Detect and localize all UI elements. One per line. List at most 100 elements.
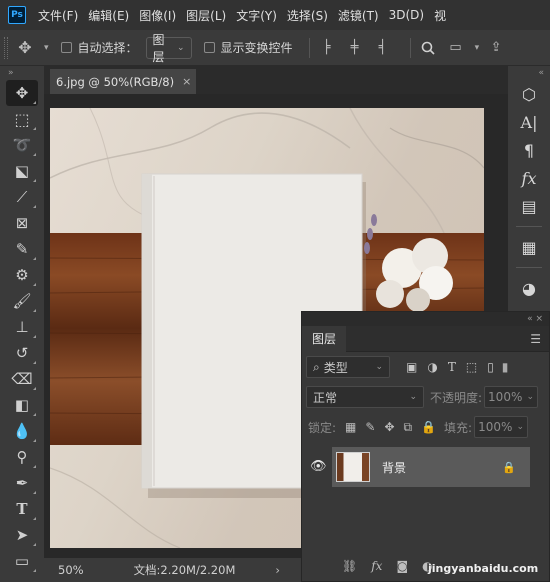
character-icon[interactable]: A| (508, 108, 550, 136)
watermark: jingyanbaidu.com (428, 562, 539, 575)
link-layers-icon[interactable]: ⛓ (342, 559, 357, 573)
close-icon[interactable]: × (182, 75, 191, 88)
toolbar-collapse-icon[interactable]: » (0, 66, 44, 80)
opacity-label: 不透明度: (430, 390, 483, 405)
crop-tool-icon[interactable]: ⟋ (6, 184, 38, 210)
lasso-tool-icon[interactable]: ➰ (6, 132, 38, 158)
workspace-chevron-icon[interactable]: ▾ (475, 43, 480, 53)
eye-icon[interactable]: 👁 (310, 459, 327, 474)
eyedropper-tool-icon[interactable]: ✎ (6, 236, 38, 262)
lock-fill-row: 锁定: ▦ ✎ ✥ ⧉ 🔒 填充: 100% ⌄ (302, 412, 549, 442)
auto-select-target-dropdown[interactable]: 图层 ⌄ (145, 33, 192, 64)
quick-select-tool-icon[interactable]: ⬕ (6, 158, 38, 184)
menu-image[interactable]: 图像(I) (139, 7, 176, 24)
opacity-field[interactable]: 100% ⌄ (484, 386, 539, 408)
menu-edit[interactable]: 编辑(E) (88, 7, 129, 24)
layer-row[interactable]: 背景 🔒 (332, 447, 530, 487)
move-icon[interactable]: ✥ (16, 38, 34, 57)
menu-filter[interactable]: 滤镜(T) (338, 7, 379, 24)
menu-layer[interactable]: 图层(L) (186, 7, 226, 24)
status-more-icon[interactable]: › (275, 563, 280, 577)
swatches-icon[interactable]: ▦ (508, 233, 550, 261)
dodge-tool-icon[interactable]: ⚲ (6, 444, 38, 470)
auto-select-checkbox[interactable] (60, 42, 72, 53)
history-brush-tool-icon[interactable]: ↺ (6, 340, 38, 366)
options-divider (409, 37, 411, 58)
share-icon[interactable]: ⇪ (487, 39, 505, 57)
blur-tool-icon[interactable]: 💧 (6, 418, 38, 444)
fill-label: 填充: (444, 420, 473, 435)
rectangle-tool-icon[interactable]: ▭ (6, 548, 38, 574)
document-tab[interactable]: 6.jpg @ 50%(RGB/8) × (50, 69, 196, 94)
frame-tool-icon[interactable]: ⊠ (6, 210, 38, 236)
tab-layers[interactable]: 图层 (302, 325, 347, 352)
3d-icon[interactable]: ⬡ (508, 80, 550, 108)
blend-opacity-row: 正常 ⌄ 不透明度: 100% ⌄ (302, 382, 549, 412)
auto-select-label: 自动选择： (77, 41, 138, 55)
pen-tool-icon[interactable]: ✒ (6, 470, 38, 496)
align-center-icon[interactable]: ╪ (346, 39, 364, 57)
zoom-level[interactable]: 50% (58, 563, 84, 577)
auto-select-target-value: 图层 (152, 32, 165, 64)
layers-panel-header: 图层 ☰ (302, 325, 549, 352)
move-tool-icon[interactable]: ✥ (6, 80, 38, 106)
lock-artboard-icon[interactable]: ⧉ (404, 420, 413, 435)
dock-collapse-icon[interactable]: « (508, 66, 550, 80)
brush-tool-icon[interactable]: 🖌 (6, 288, 38, 314)
color-icon[interactable]: ◕ (508, 274, 550, 302)
menu-view[interactable]: 视 (434, 7, 446, 24)
filter-adjustment-icon[interactable]: ◑ (427, 360, 437, 374)
styles-fx-icon[interactable]: fx (508, 164, 550, 192)
dock-divider (516, 226, 542, 227)
menu-type[interactable]: 文字(Y) (236, 7, 277, 24)
filter-shape-icon[interactable]: ⬚ (466, 360, 477, 374)
healing-brush-tool-icon[interactable]: ⚙ (6, 262, 38, 288)
layers-panel-collapse-icon[interactable]: « × (302, 312, 549, 326)
menu-file[interactable]: 文件(F) (38, 7, 78, 24)
gradient-tool-icon[interactable]: ◧ (6, 392, 38, 418)
filter-pixel-icon[interactable]: ▣ (406, 360, 417, 374)
lock-icon[interactable]: 🔒 (502, 461, 516, 474)
options-divider (308, 37, 310, 58)
menu-select[interactable]: 选择(S) (287, 7, 328, 24)
filter-type-icon[interactable]: T (448, 360, 456, 374)
search-icon[interactable] (419, 39, 437, 57)
layer-thumbnail (336, 452, 370, 482)
align-left-icon[interactable]: ╞ (318, 39, 336, 57)
eraser-tool-icon[interactable]: ⌫ (6, 366, 38, 392)
lock-position-icon[interactable]: ✥ (384, 420, 394, 434)
clone-stamp-tool-icon[interactable]: ⊥ (6, 314, 38, 340)
add-style-fx-icon[interactable]: fx (371, 559, 382, 573)
fill-field[interactable]: 100% ⌄ (474, 416, 529, 438)
type-tool-icon[interactable]: T (6, 496, 38, 522)
workspace-icon[interactable]: ▭ (447, 39, 465, 57)
options-bar-grip[interactable] (4, 36, 8, 59)
options-bar: ✥ ▾ 自动选择： 图层 ⌄ 显示变换控件 ╞ ╪ ╡ ▭ ▾ ⇪ (0, 30, 550, 66)
lock-transparent-icon[interactable]: ▦ (345, 420, 356, 434)
properties-icon[interactable]: ▤ (508, 192, 550, 220)
filter-smart-object-icon[interactable]: ▯ (487, 360, 494, 374)
paragraph-icon[interactable]: ¶ (508, 136, 550, 164)
layers-panel: « × 图层 ☰ ⌕ 类型 ⌄ ▣ ◑ T ⬚ ▯ ▮ 正常 ⌄ 不透明度: 1… (301, 311, 550, 582)
tool-preset-chevron-icon[interactable]: ▾ (44, 43, 49, 53)
layer-filter-dropdown[interactable]: ⌕ 类型 ⌄ (306, 356, 390, 378)
show-transform-checkbox[interactable] (203, 42, 215, 53)
menu-3d[interactable]: 3D(D) (389, 8, 424, 22)
lock-all-icon[interactable]: 🔒 (421, 420, 436, 434)
document-tab-bar: 6.jpg @ 50%(RGB/8) × (44, 66, 508, 94)
chevron-down-icon: ⌄ (375, 362, 383, 372)
marquee-tool-icon[interactable]: ⬚ (6, 106, 38, 132)
add-mask-icon[interactable]: ◙ (396, 559, 408, 573)
blend-mode-value: 正常 (313, 390, 338, 405)
filter-toggle-icon[interactable]: ▮ (502, 360, 509, 374)
align-right-icon[interactable]: ╡ (374, 39, 392, 57)
blend-mode-dropdown[interactable]: 正常 ⌄ (306, 386, 424, 408)
panel-menu-icon[interactable]: ☰ (530, 332, 541, 346)
chevron-down-icon: ⌄ (409, 392, 417, 402)
tools-panel: » ✥ ⬚ ➰ ⬕ ⟋ ⊠ ✎ ⚙ 🖌 ⊥ ↺ ⌫ ◧ 💧 ⚲ ✒ T ➤ ▭ (0, 66, 44, 582)
photoshop-logo[interactable]: Ps (8, 6, 26, 24)
chevron-down-icon: ⌄ (177, 42, 185, 53)
lock-image-icon[interactable]: ✎ (365, 420, 375, 434)
path-selection-tool-icon[interactable]: ➤ (6, 522, 38, 548)
fill-value: 100% (478, 420, 513, 434)
